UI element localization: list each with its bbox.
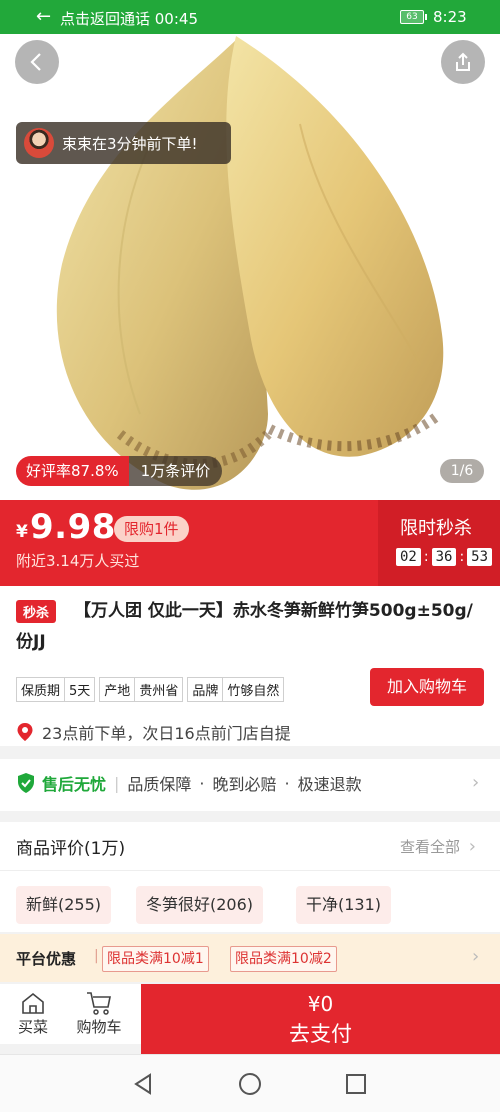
system-recents-icon[interactable]: [344, 1072, 368, 1096]
platform-offers-title: 平台优惠: [16, 950, 77, 968]
return-call-text[interactable]: 点击返回通话 00:45: [60, 8, 198, 29]
after-sale-item: 极速退款: [297, 775, 362, 794]
sold-count: 附近3.14万人买过: [16, 552, 140, 570]
spec-shelf-life: 保质期 5天: [16, 677, 96, 702]
good-rating-rate: 好评率87.8%: [16, 456, 129, 486]
cart-nav-button[interactable]: 购物车: [69, 990, 129, 1037]
countdown-seconds: 53: [467, 548, 493, 566]
home-icon: [22, 992, 44, 1014]
chevron-left-icon: [30, 53, 41, 71]
countdown-timer: 02 : 36 : 53: [396, 548, 493, 566]
pay-amount: ¥0: [307, 992, 334, 1016]
shopping-cart-icon: [87, 992, 111, 1015]
after-sale-content: 售后无忧 | 品质保障 · 晚到必赔 · 极速退款: [16, 771, 362, 795]
pickup-text: 23点前下单，次日16点前门店自提: [42, 724, 291, 743]
flash-sale-title: 限时秒杀: [400, 518, 472, 539]
share-icon: [456, 52, 470, 71]
after-sale-item: 品质保障: [127, 775, 192, 794]
spec-brand: 品牌 竹够自然: [187, 677, 285, 702]
bamboo-shoot-image: [56, 36, 444, 490]
price-value: 9.98: [30, 507, 116, 547]
purchase-limit-badge: 限购1件: [114, 516, 189, 542]
location-pin-icon: [17, 723, 33, 741]
add-to-cart-button[interactable]: 加入购物车: [370, 668, 484, 706]
after-sale-item: 晚到必赔: [212, 775, 277, 794]
coupon-badge: 限品类满10减2: [230, 946, 337, 972]
system-back-icon[interactable]: [131, 1072, 155, 1096]
countdown-hours: 02: [396, 548, 421, 566]
review-tag[interactable]: 冬笋很好(206): [136, 886, 264, 924]
back-button[interactable]: [15, 40, 59, 84]
review-tag[interactable]: 新鲜(255): [16, 886, 112, 924]
product-title: 【万人团 仅此一天】赤水冬笋新鲜竹笋500g±50g/份JJ: [16, 601, 473, 652]
chevron-right-icon: ›: [468, 836, 476, 857]
review-tag[interactable]: 干净(131): [296, 886, 392, 924]
flash-sale-tag: 秒杀: [16, 600, 57, 623]
product-image[interactable]: [0, 34, 500, 500]
system-navigation-bar: [0, 1054, 500, 1112]
divider: [0, 870, 500, 871]
rating-pill[interactable]: 好评率87.8% 1万条评价: [16, 456, 223, 486]
return-call-arrow-icon: ←: [36, 6, 52, 27]
image-pager: 1/6: [440, 459, 484, 483]
system-home-icon[interactable]: [238, 1072, 262, 1096]
after-sale-title: 售后无忧: [42, 775, 107, 794]
shield-check-icon: [18, 773, 34, 793]
flash-sale-panel: [378, 500, 500, 586]
cart-nav-label: 购物车: [76, 1018, 122, 1036]
after-sale-separator: ·: [199, 773, 205, 793]
spec-list: 保质期 5天 产地 贵州省 品牌 竹够自然: [16, 677, 288, 702]
pay-button[interactable]: ¥0 去支付: [141, 984, 500, 1054]
coupon-badge: 限品类满10减1: [102, 946, 209, 972]
avatar: [24, 128, 54, 158]
status-bar[interactable]: ← 点击返回通话 00:45 63 8:23: [0, 0, 500, 34]
chevron-right-icon: ›: [472, 772, 480, 793]
pickup-info: 23点前下单，次日16点前门店自提: [16, 720, 291, 744]
clock: 8:23: [433, 8, 467, 26]
home-nav-label: 买菜: [17, 1018, 48, 1036]
battery-icon: 63: [400, 10, 427, 24]
reviews-title: 商品评价(1万): [16, 839, 126, 859]
recent-order-toast: 束束在3分钟前下单!: [16, 122, 231, 164]
after-sale-separator: ·: [284, 773, 290, 793]
countdown-minutes: 36: [431, 548, 457, 566]
pay-label: 去支付: [289, 1022, 352, 1046]
toast-text: 束束在3分钟前下单!: [62, 134, 198, 153]
chevron-right-icon: ›: [472, 946, 480, 967]
share-button[interactable]: [441, 40, 485, 84]
home-nav-button[interactable]: 买菜: [3, 990, 63, 1037]
view-all-reviews-link[interactable]: 查看全部 ›: [400, 836, 476, 857]
currency-symbol: ¥: [16, 522, 28, 542]
spec-origin: 产地 贵州省: [99, 677, 184, 702]
review-count: 1万条评价: [128, 456, 223, 486]
